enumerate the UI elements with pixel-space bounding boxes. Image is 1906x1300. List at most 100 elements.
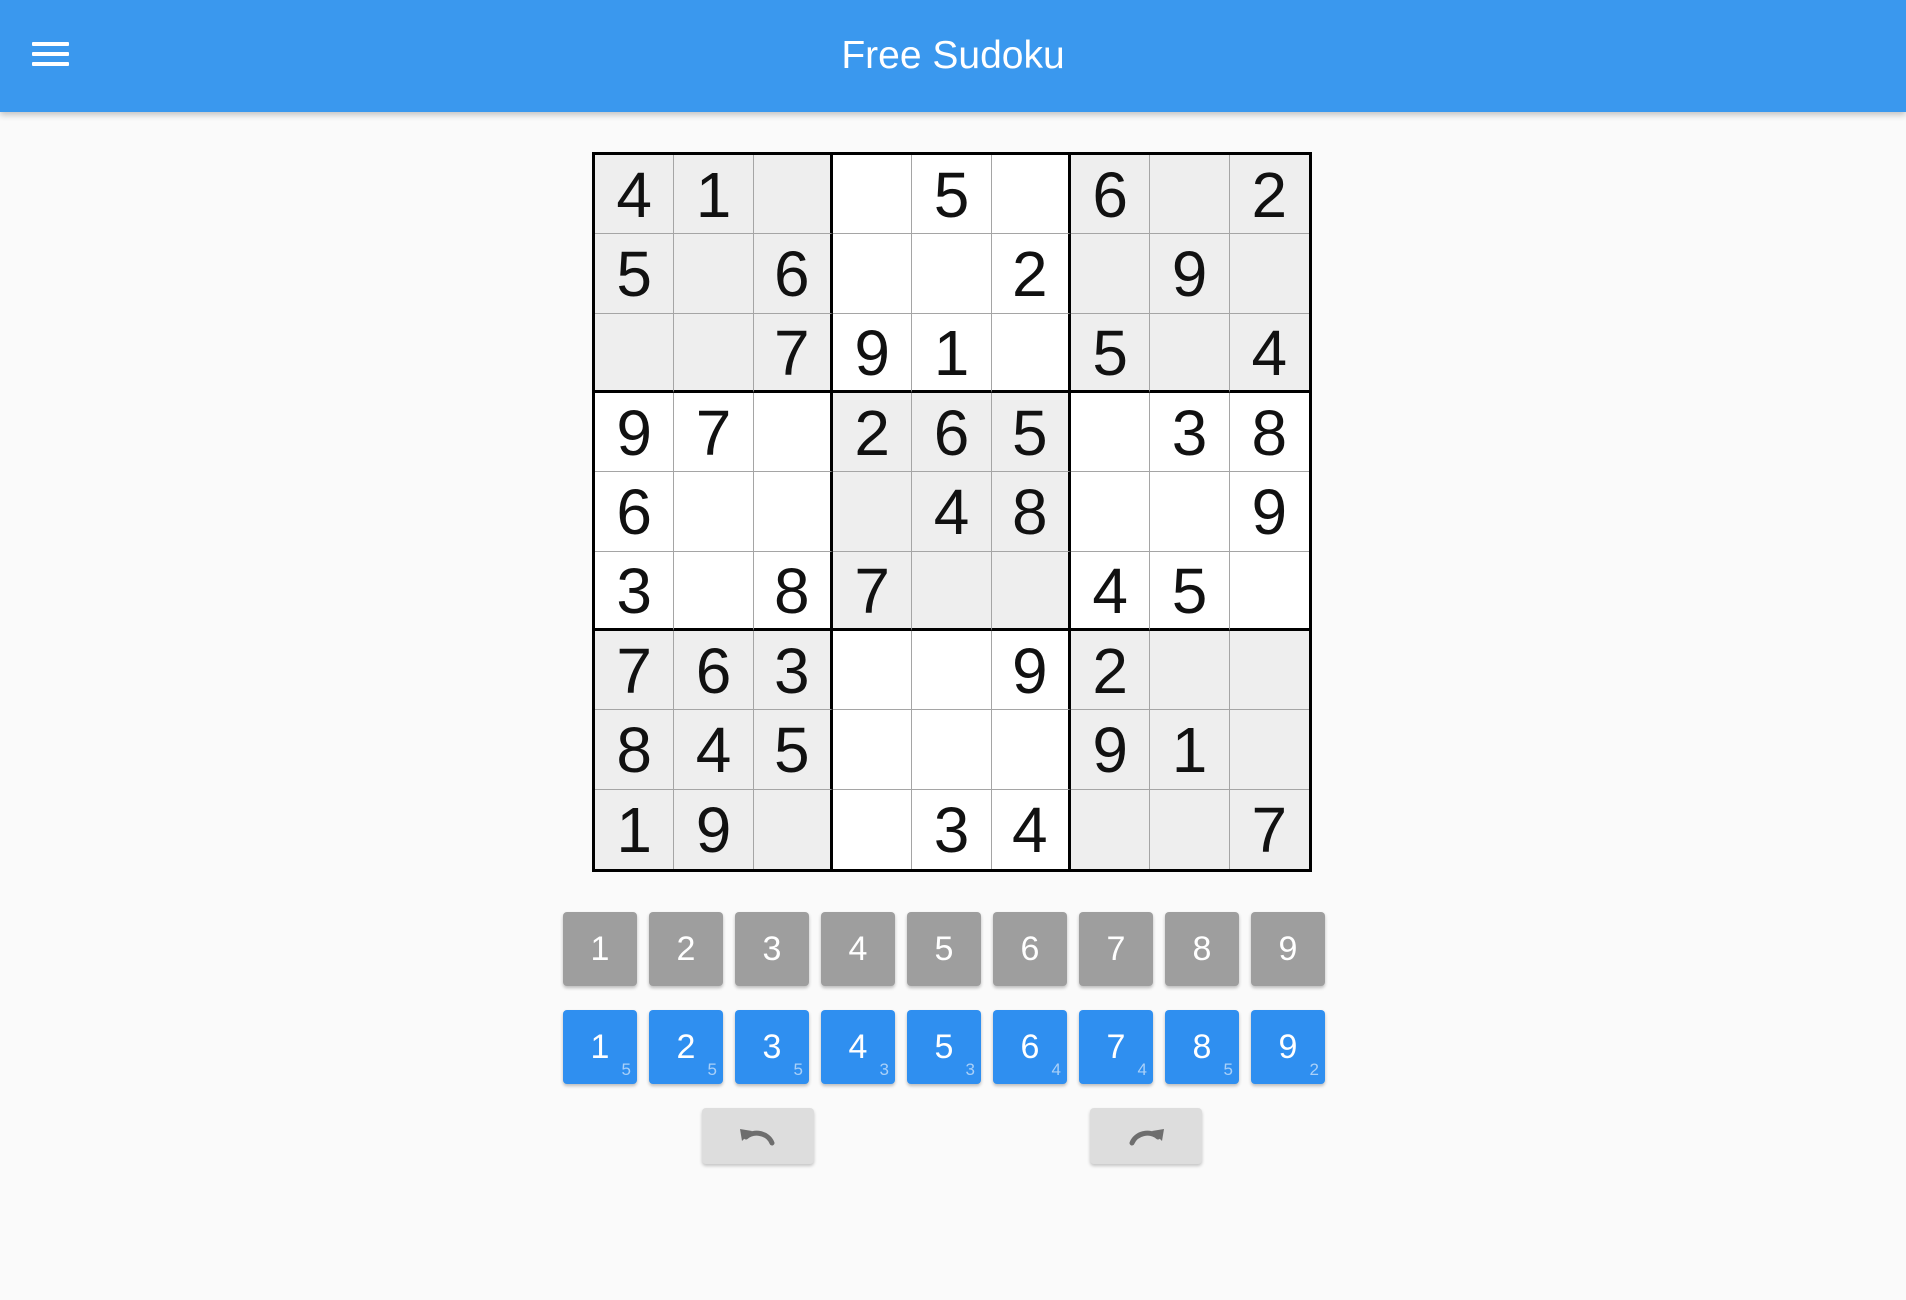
sudoku-cell[interactable] — [1229, 631, 1309, 711]
sudoku-cell[interactable]: 6 — [753, 234, 833, 314]
number-button-1[interactable]: 15 — [563, 1010, 637, 1084]
note-button-6[interactable]: 6 — [993, 912, 1067, 986]
note-button-9[interactable]: 9 — [1251, 912, 1325, 986]
sudoku-cell[interactable] — [991, 155, 1071, 235]
sudoku-cell[interactable]: 2 — [1071, 631, 1151, 711]
sudoku-cell[interactable]: 9 — [991, 631, 1071, 711]
sudoku-cell[interactable]: 8 — [1229, 393, 1309, 473]
note-button-8[interactable]: 8 — [1165, 912, 1239, 986]
note-button-3[interactable]: 3 — [735, 912, 809, 986]
sudoku-cell[interactable] — [1229, 234, 1309, 314]
sudoku-cell[interactable]: 4 — [674, 710, 754, 790]
sudoku-cell[interactable] — [833, 155, 913, 235]
sudoku-cell[interactable]: 5 — [912, 155, 992, 235]
sudoku-cell[interactable] — [1150, 313, 1230, 393]
number-button-2[interactable]: 25 — [649, 1010, 723, 1084]
number-button-9[interactable]: 92 — [1251, 1010, 1325, 1084]
sudoku-cell[interactable] — [833, 631, 913, 711]
sudoku-cell[interactable] — [991, 313, 1071, 393]
sudoku-cell[interactable] — [1150, 472, 1230, 552]
sudoku-cell[interactable]: 2 — [991, 234, 1071, 314]
sudoku-cell[interactable] — [674, 313, 754, 393]
sudoku-cell[interactable]: 9 — [595, 393, 675, 473]
note-button-4[interactable]: 4 — [821, 912, 895, 986]
sudoku-cell[interactable]: 7 — [833, 551, 913, 631]
sudoku-cell[interactable]: 3 — [912, 789, 992, 869]
sudoku-cell[interactable]: 1 — [595, 789, 675, 869]
sudoku-cell[interactable] — [833, 789, 913, 869]
sudoku-cell[interactable]: 4 — [1229, 313, 1309, 393]
sudoku-cell[interactable]: 8 — [991, 472, 1071, 552]
sudoku-cell[interactable]: 3 — [595, 551, 675, 631]
sudoku-cell[interactable] — [912, 234, 992, 314]
sudoku-cell[interactable] — [991, 710, 1071, 790]
sudoku-cell[interactable] — [833, 472, 913, 552]
sudoku-cell[interactable] — [1150, 789, 1230, 869]
sudoku-cell[interactable]: 9 — [674, 789, 754, 869]
sudoku-cell[interactable] — [833, 234, 913, 314]
sudoku-cell[interactable] — [1071, 234, 1151, 314]
sudoku-cell[interactable]: 5 — [753, 710, 833, 790]
sudoku-cell[interactable] — [753, 789, 833, 869]
sudoku-cell[interactable]: 7 — [753, 313, 833, 393]
sudoku-cell[interactable] — [674, 234, 754, 314]
sudoku-cell[interactable] — [912, 710, 992, 790]
sudoku-cell[interactable] — [1150, 631, 1230, 711]
number-button-5[interactable]: 53 — [907, 1010, 981, 1084]
sudoku-cell[interactable] — [912, 551, 992, 631]
sudoku-cell[interactable]: 9 — [1150, 234, 1230, 314]
sudoku-cell[interactable] — [1229, 551, 1309, 631]
sudoku-cell[interactable]: 6 — [674, 631, 754, 711]
sudoku-cell[interactable] — [1071, 789, 1151, 869]
sudoku-cell[interactable] — [753, 472, 833, 552]
note-button-5[interactable]: 5 — [907, 912, 981, 986]
sudoku-cell[interactable] — [753, 393, 833, 473]
sudoku-cell[interactable]: 8 — [595, 710, 675, 790]
sudoku-cell[interactable] — [595, 313, 675, 393]
sudoku-cell[interactable]: 1 — [912, 313, 992, 393]
sudoku-cell[interactable]: 5 — [1150, 551, 1230, 631]
sudoku-cell[interactable]: 3 — [1150, 393, 1230, 473]
sudoku-cell[interactable]: 2 — [833, 393, 913, 473]
number-button-3[interactable]: 35 — [735, 1010, 809, 1084]
sudoku-cell[interactable]: 5 — [1071, 313, 1151, 393]
sudoku-cell[interactable]: 7 — [595, 631, 675, 711]
sudoku-cell[interactable]: 8 — [753, 551, 833, 631]
sudoku-cell[interactable]: 2 — [1229, 155, 1309, 235]
sudoku-cell[interactable]: 9 — [833, 313, 913, 393]
sudoku-cell[interactable] — [1150, 155, 1230, 235]
sudoku-cell[interactable]: 7 — [1229, 789, 1309, 869]
sudoku-cell[interactable]: 4 — [1071, 551, 1151, 631]
sudoku-cell[interactable]: 9 — [1071, 710, 1151, 790]
sudoku-cell[interactable]: 6 — [912, 393, 992, 473]
sudoku-cell[interactable]: 4 — [912, 472, 992, 552]
sudoku-cell[interactable] — [991, 551, 1071, 631]
sudoku-cell[interactable]: 1 — [674, 155, 754, 235]
sudoku-cell[interactable]: 6 — [1071, 155, 1151, 235]
sudoku-cell[interactable] — [833, 710, 913, 790]
undo-button[interactable] — [702, 1108, 814, 1164]
sudoku-cell[interactable]: 7 — [674, 393, 754, 473]
sudoku-cell[interactable]: 5 — [595, 234, 675, 314]
sudoku-cell[interactable]: 5 — [991, 393, 1071, 473]
sudoku-cell[interactable]: 9 — [1229, 472, 1309, 552]
sudoku-cell[interactable] — [753, 155, 833, 235]
sudoku-cell[interactable]: 4 — [991, 789, 1071, 869]
sudoku-cell[interactable] — [674, 551, 754, 631]
sudoku-cell[interactable] — [1229, 710, 1309, 790]
sudoku-cell[interactable] — [674, 472, 754, 552]
number-button-6[interactable]: 64 — [993, 1010, 1067, 1084]
note-button-7[interactable]: 7 — [1079, 912, 1153, 986]
sudoku-cell[interactable] — [912, 631, 992, 711]
sudoku-cell[interactable]: 3 — [753, 631, 833, 711]
sudoku-cell[interactable] — [1071, 393, 1151, 473]
redo-button[interactable] — [1090, 1108, 1202, 1164]
note-button-2[interactable]: 2 — [649, 912, 723, 986]
sudoku-cell[interactable]: 6 — [595, 472, 675, 552]
number-button-8[interactable]: 85 — [1165, 1010, 1239, 1084]
number-button-4[interactable]: 43 — [821, 1010, 895, 1084]
note-button-1[interactable]: 1 — [563, 912, 637, 986]
sudoku-cell[interactable]: 1 — [1150, 710, 1230, 790]
sudoku-cell[interactable] — [1071, 472, 1151, 552]
sudoku-cell[interactable]: 4 — [595, 155, 675, 235]
